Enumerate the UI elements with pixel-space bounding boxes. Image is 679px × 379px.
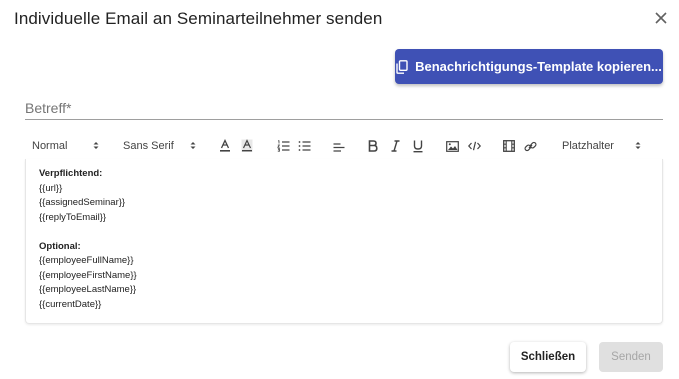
bold-icon[interactable] bbox=[368, 133, 378, 159]
dialog-title: Individuelle Email an Seminarteilnehmer … bbox=[14, 9, 383, 28]
font-select[interactable]: Sans Serif bbox=[123, 133, 196, 159]
close-icon[interactable] bbox=[652, 9, 670, 27]
underline-icon[interactable] bbox=[413, 133, 423, 159]
placeholder-item: {{url}} bbox=[39, 182, 63, 194]
copy-template-label: Benachrichtigungs-Template kopieren... bbox=[415, 59, 662, 74]
size-select[interactable]: Normal bbox=[32, 133, 99, 159]
ordered-list-icon[interactable] bbox=[277, 133, 290, 159]
placeholder-item: {{employeeFullName}} bbox=[39, 255, 134, 266]
placeholder-item: {{employeeFirstName}} bbox=[39, 269, 137, 281]
select-arrows-icon bbox=[93, 141, 99, 150]
image-icon[interactable] bbox=[446, 133, 459, 159]
placeholder-item: {{assignedSeminar}} bbox=[39, 197, 126, 208]
close-button[interactable]: Schließen bbox=[510, 342, 586, 372]
align-icon[interactable] bbox=[333, 133, 345, 159]
placeholder-item: {{employeeLastName}} bbox=[39, 284, 137, 295]
link-icon[interactable] bbox=[524, 133, 537, 159]
editor-toolbar: Normal Sans Serif Platzhalter bbox=[25, 133, 663, 159]
subject-input[interactable] bbox=[25, 97, 663, 119]
send-button[interactable]: Senden bbox=[599, 342, 663, 372]
optional-heading: Optional: bbox=[39, 240, 81, 252]
placeholder-select-value: Platzhalter bbox=[562, 140, 614, 152]
video-icon[interactable] bbox=[503, 133, 515, 159]
italic-icon[interactable] bbox=[391, 133, 400, 159]
font-select-value: Sans Serif bbox=[123, 140, 174, 152]
size-select-value: Normal bbox=[32, 140, 68, 152]
background-color-icon[interactable] bbox=[241, 133, 253, 159]
subject-field[interactable] bbox=[25, 97, 663, 120]
placeholder-item: {{replyToEmail}} bbox=[39, 211, 107, 223]
code-icon[interactable] bbox=[468, 133, 481, 159]
placeholder-select[interactable]: Platzhalter bbox=[562, 133, 641, 159]
copy-icon bbox=[396, 59, 408, 74]
select-arrows-icon bbox=[190, 141, 196, 150]
required-heading: Verpflichtend: bbox=[39, 168, 103, 179]
bullet-list-icon[interactable] bbox=[298, 133, 311, 159]
email-body-editor[interactable]: Verpflichtend: {{url}} {{assignedSeminar… bbox=[25, 159, 663, 324]
copy-template-button[interactable]: Benachrichtigungs-Template kopieren... bbox=[395, 49, 663, 84]
placeholder-item: {{currentDate}} bbox=[39, 298, 102, 310]
select-arrows-icon bbox=[635, 141, 641, 150]
font-color-icon[interactable] bbox=[219, 133, 231, 159]
